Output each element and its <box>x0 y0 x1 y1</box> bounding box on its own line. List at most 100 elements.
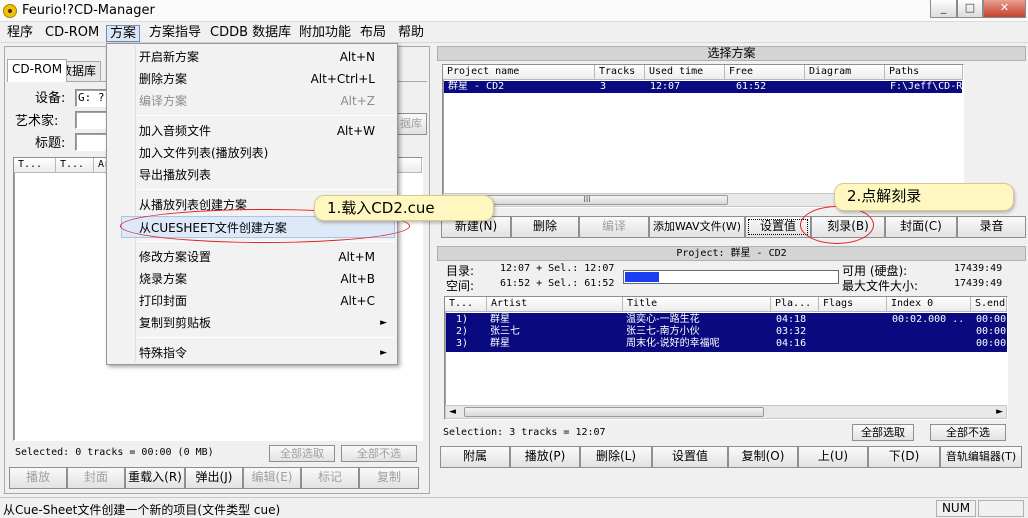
status-bar: 从Cue-Sheet文件创建一个新的项目(文件类型 cue) NUM <box>0 497 1028 518</box>
track-select-all-button[interactable]: 全部选取 <box>852 424 914 441</box>
col-tracks[interactable]: Tracks <box>595 65 645 80</box>
device-label: 设备: <box>35 91 66 106</box>
num-lock-indicator: NUM <box>936 500 976 517</box>
copy-button[interactable]: 复制 <box>359 467 419 489</box>
track-delete-button[interactable]: 删除(L) <box>580 446 652 468</box>
col-index0[interactable]: Index 0 <box>887 297 971 312</box>
scroll-thumb[interactable] <box>464 407 764 417</box>
artist-label: 艺术家: <box>15 114 59 129</box>
track-panel-caption: Project: 群星 - CD2 <box>437 246 1026 261</box>
move-up-button[interactable]: 上(U) <box>798 446 868 468</box>
track-deselect-all-button[interactable]: 全部不选 <box>930 424 1006 441</box>
table-row[interactable]: 2) 张三七 张三七-南方小伙 03:32 00:00 <box>446 326 1007 338</box>
play-button[interactable]: 播放 <box>9 467 67 489</box>
database-button[interactable]: 据库 <box>395 113 427 135</box>
menu-item-new-project[interactable]: 开启新方案 Alt+N <box>107 46 397 68</box>
menu-cdrom[interactable]: CD-ROM <box>42 25 102 42</box>
col-track[interactable]: T... <box>14 158 56 173</box>
col-project-name[interactable]: Project name <box>443 65 595 80</box>
menu-item-special-commands[interactable]: 特殊指令 ► <box>107 342 397 364</box>
space-label: 空间: <box>446 279 475 293</box>
disc-usage-bar <box>623 270 839 284</box>
menu-layout[interactable]: 布局 <box>357 25 389 42</box>
callout-step-two: 2.点解刻录 <box>834 183 1014 211</box>
track-hscrollbar[interactable]: ◄ ► <box>445 405 1007 419</box>
title-bar: Feurio!?CD-Manager _ □ ✕ <box>0 0 1028 22</box>
menu-item-print-cover[interactable]: 打印封面 Alt+C <box>107 290 397 312</box>
menu-item-add-playlist[interactable]: 加入文件列表(播放列表) <box>107 142 397 164</box>
tab-cdrom[interactable]: CD-ROM <box>7 59 68 82</box>
scroll-right-icon[interactable]: ► <box>996 406 1003 418</box>
menu-plan[interactable]: 方案 <box>106 25 141 42</box>
menu-bar: 程序 CD-ROM 方案 方案指导 CDDB 数据库 附加功能 布局 帮助 <box>0 23 1028 43</box>
menu-cddb[interactable]: CDDB 数据库 <box>207 25 294 42</box>
col-title[interactable]: Title <box>623 297 771 312</box>
col-diagram[interactable]: Diagram <box>805 65 885 80</box>
add-wav-button[interactable]: 添加WAV文件(W) <box>649 216 745 238</box>
delete-project-button[interactable]: 删除 <box>511 216 579 238</box>
menu-item-add-audio[interactable]: 加入音频文件 Alt+W <box>107 120 397 142</box>
track-editor-button[interactable]: 音轨编辑器(T) <box>940 446 1022 468</box>
table-row[interactable]: 1) 群星 温奕心-一路生花 04:18 00:02.000 .. 00:00 <box>446 314 1007 326</box>
track-settings-button[interactable]: 设置值 <box>652 446 728 468</box>
status-pane <box>978 500 1024 517</box>
selection-summary: Selection: 3 tracks = 12:07 <box>443 427 606 438</box>
artist-field[interactable] <box>75 111 109 129</box>
status-text: 从Cue-Sheet文件创建一个新的项目(文件类型 cue) <box>3 503 281 517</box>
table-row[interactable]: 3) 群星 周末化-说好的幸福呢 04:16 00:00 <box>446 338 1007 350</box>
menu-item-project-settings[interactable]: 修改方案设置 Alt+M <box>107 246 397 268</box>
menu-item-delete-project[interactable]: 删除方案 Alt+Ctrl+L <box>107 68 397 90</box>
track-no: 2) <box>456 326 469 337</box>
title-field[interactable] <box>75 133 109 151</box>
menu-plan-guide[interactable]: 方案指导 <box>146 25 204 42</box>
device-select[interactable]: G: ? <box>75 89 109 107</box>
scroll-left-icon[interactable]: ◄ <box>449 406 456 418</box>
col-artist[interactable]: Artist <box>487 297 623 312</box>
menu-item-copy-clipboard[interactable]: 复制到剪贴板 ► <box>107 312 397 334</box>
col-flags[interactable]: Flags <box>819 297 887 312</box>
menu-separator <box>137 337 395 338</box>
cover-button[interactable]: 封面 <box>67 467 125 489</box>
project-used: 12:07 <box>650 81 681 92</box>
col-paths[interactable]: Paths <box>885 65 963 80</box>
attach-button[interactable]: 附属 <box>440 446 510 468</box>
table-row[interactable]: 群星 - CD2 3 12:07 61:52 F:\Jeff\CD-R <box>444 81 962 93</box>
menu-item-compile-project[interactable]: 编译方案 Alt+Z <box>107 90 397 112</box>
col-play[interactable]: Pla... <box>771 297 819 312</box>
menu-help[interactable]: 帮助 <box>395 25 427 42</box>
col-free[interactable]: Free <box>725 65 805 80</box>
selected-summary: Selected: 0 tracks = 00:00 (0 MB) <box>15 447 214 458</box>
track-list[interactable]: T... Artist Title Pla... Flags Index 0 S… <box>444 296 1008 420</box>
track-time: 04:16 <box>776 338 807 349</box>
eject-button[interactable]: 弹出(J) <box>185 467 243 489</box>
title-label: 标题: <box>35 136 66 151</box>
col-time[interactable]: T... <box>56 158 94 173</box>
menu-program[interactable]: 程序 <box>4 25 36 42</box>
record-button[interactable]: 录音 <box>957 216 1026 238</box>
minimize-button[interactable]: _ <box>930 0 957 18</box>
menu-item-export-playlist[interactable]: 导出播放列表 <box>107 164 397 186</box>
directory-value: 12:07 + Sel.: 12:07 <box>500 263 615 274</box>
close-button[interactable]: ✕ <box>983 0 1026 18</box>
compile-project-button[interactable]: 编译 <box>579 216 649 238</box>
reload-button[interactable]: 重载入(R) <box>125 467 185 489</box>
col-used-time[interactable]: Used time <box>645 65 725 80</box>
menu-extras[interactable]: 附加功能 <box>296 25 354 42</box>
select-all-button[interactable]: 全部选取 <box>269 445 335 462</box>
maxfile-label: 最大文件大小: <box>842 279 919 293</box>
edit-button[interactable]: 编辑(E) <box>243 467 301 489</box>
track-time: 04:18 <box>776 314 807 325</box>
deselect-all-button[interactable]: 全部不选 <box>341 445 417 462</box>
col-track-no[interactable]: T... <box>445 297 487 312</box>
mark-button[interactable]: 标记 <box>301 467 359 489</box>
cover-print-button[interactable]: 封面(C) <box>885 216 957 238</box>
track-copy-button[interactable]: 复制(O) <box>728 446 798 468</box>
move-down-button[interactable]: 下(D) <box>868 446 940 468</box>
col-send[interactable]: S.end <box>971 297 1007 312</box>
track-title: 张三七-南方小伙 <box>626 326 700 337</box>
track-play-button[interactable]: 播放(P) <box>510 446 580 468</box>
maximize-button[interactable]: □ <box>957 0 983 18</box>
menu-item-burn-project[interactable]: 烧录方案 Alt+B <box>107 268 397 290</box>
track-index0: 00:02.000 .. <box>892 314 965 325</box>
track-title: 温奕心-一路生花 <box>626 314 700 325</box>
